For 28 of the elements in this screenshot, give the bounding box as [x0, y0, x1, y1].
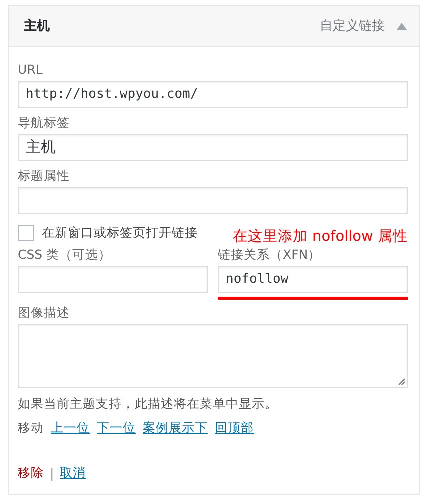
description-hint: 如果当前主题支持，此描述将在菜单中显示。 — [18, 395, 279, 413]
collapse-arrow-icon[interactable] — [397, 22, 407, 30]
link-relationship-field[interactable]: nofollow — [218, 266, 408, 293]
move-link[interactable]: 上一位 — [51, 420, 90, 437]
field-label: 导航标签 — [18, 114, 70, 132]
move-label: 移动 — [18, 420, 44, 437]
field-label: URL — [18, 61, 43, 79]
item-title: 主机 — [24, 18, 50, 35]
field-label: CSS 类（可选） — [18, 246, 112, 264]
move-link[interactable]: 回顶部 — [215, 420, 254, 437]
title-attribute-field[interactable] — [18, 187, 408, 214]
move-link[interactable]: 下一位 — [97, 420, 136, 437]
field-label: 链接关系（XFN） — [218, 246, 322, 264]
move-link[interactable]: 案例展示下 — [143, 420, 208, 437]
item-type: 自定义链接 — [320, 18, 385, 35]
field-label: 图像描述 — [18, 304, 70, 322]
annotation-text: 在这里添加 nofollow 属性 — [232, 228, 408, 246]
cancel-link[interactable]: 取消 — [60, 465, 86, 482]
field-label: 标题属性 — [18, 167, 70, 185]
css-classes-field[interactable] — [18, 266, 208, 293]
resize-handle-icon[interactable] — [398, 378, 406, 386]
panel-header[interactable]: 主机 自定义链接 — [9, 6, 419, 47]
separator: | — [50, 466, 54, 481]
navigation-label-field[interactable]: 主机 — [18, 134, 408, 161]
remove-link[interactable]: 移除 — [18, 465, 44, 482]
checkbox[interactable] — [18, 225, 34, 241]
url-field[interactable]: http://host.wpyou.com/ — [18, 81, 408, 108]
checkbox-label: 在新窗口或标签页打开链接 — [42, 224, 198, 242]
